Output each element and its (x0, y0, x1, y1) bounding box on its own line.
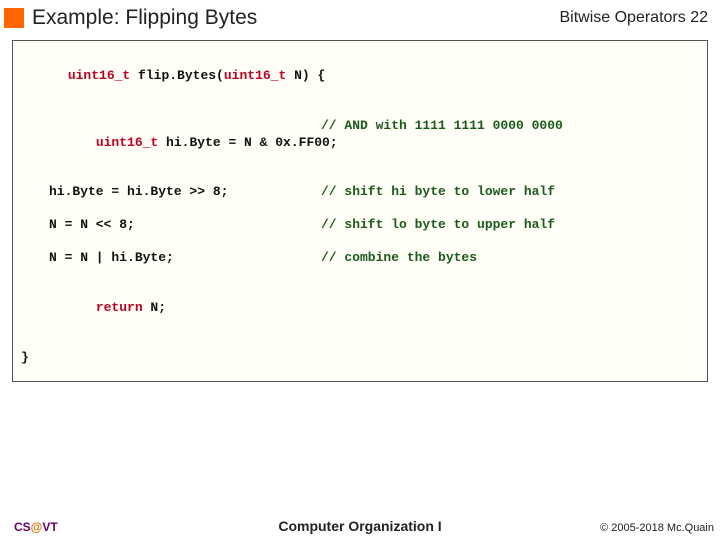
header-right: Bitwise Operators 22 (559, 9, 708, 27)
code-comment: // shift lo byte to upper half (321, 217, 555, 234)
page-number: 22 (690, 9, 708, 26)
code-line: } (21, 350, 699, 367)
bullet-icon (4, 8, 24, 28)
section-name: Bitwise Operators (559, 9, 685, 26)
footer-left: CS@VT (14, 520, 58, 534)
code-comment: // shift hi byte to lower half (321, 184, 555, 201)
footer-center: Computer Organization I (278, 518, 441, 534)
type-keyword: uint16_t (68, 68, 130, 83)
code-line: N = N | hi.Byte; // combine the bytes (21, 250, 699, 267)
code-line: hi.Byte = hi.Byte >> 8; // shift hi byte… (21, 184, 699, 201)
slide-title: Example: Flipping Bytes (32, 6, 257, 30)
slide-footer: CS@VT Computer Organization I © 2005-201… (0, 520, 720, 534)
code-block: uint16_t flip.Bytes(uint16_t N) { uint16… (12, 40, 708, 382)
header-left: Example: Flipping Bytes (4, 6, 257, 30)
code-line: uint16_t hi.Byte = N & 0x.FF00; // AND w… (21, 118, 699, 169)
code-line: return N; (21, 283, 699, 334)
code-comment: // AND with 1111 1111 0000 0000 (321, 118, 563, 169)
code-comment: // combine the bytes (321, 250, 477, 267)
code-line: N = N << 8; // shift lo byte to upper ha… (21, 217, 699, 234)
slide-header: Example: Flipping Bytes Bitwise Operator… (0, 0, 720, 36)
code-line: uint16_t flip.Bytes(uint16_t N) { (21, 51, 699, 102)
footer-copyright: © 2005-2018 Mc.Quain (600, 522, 714, 534)
